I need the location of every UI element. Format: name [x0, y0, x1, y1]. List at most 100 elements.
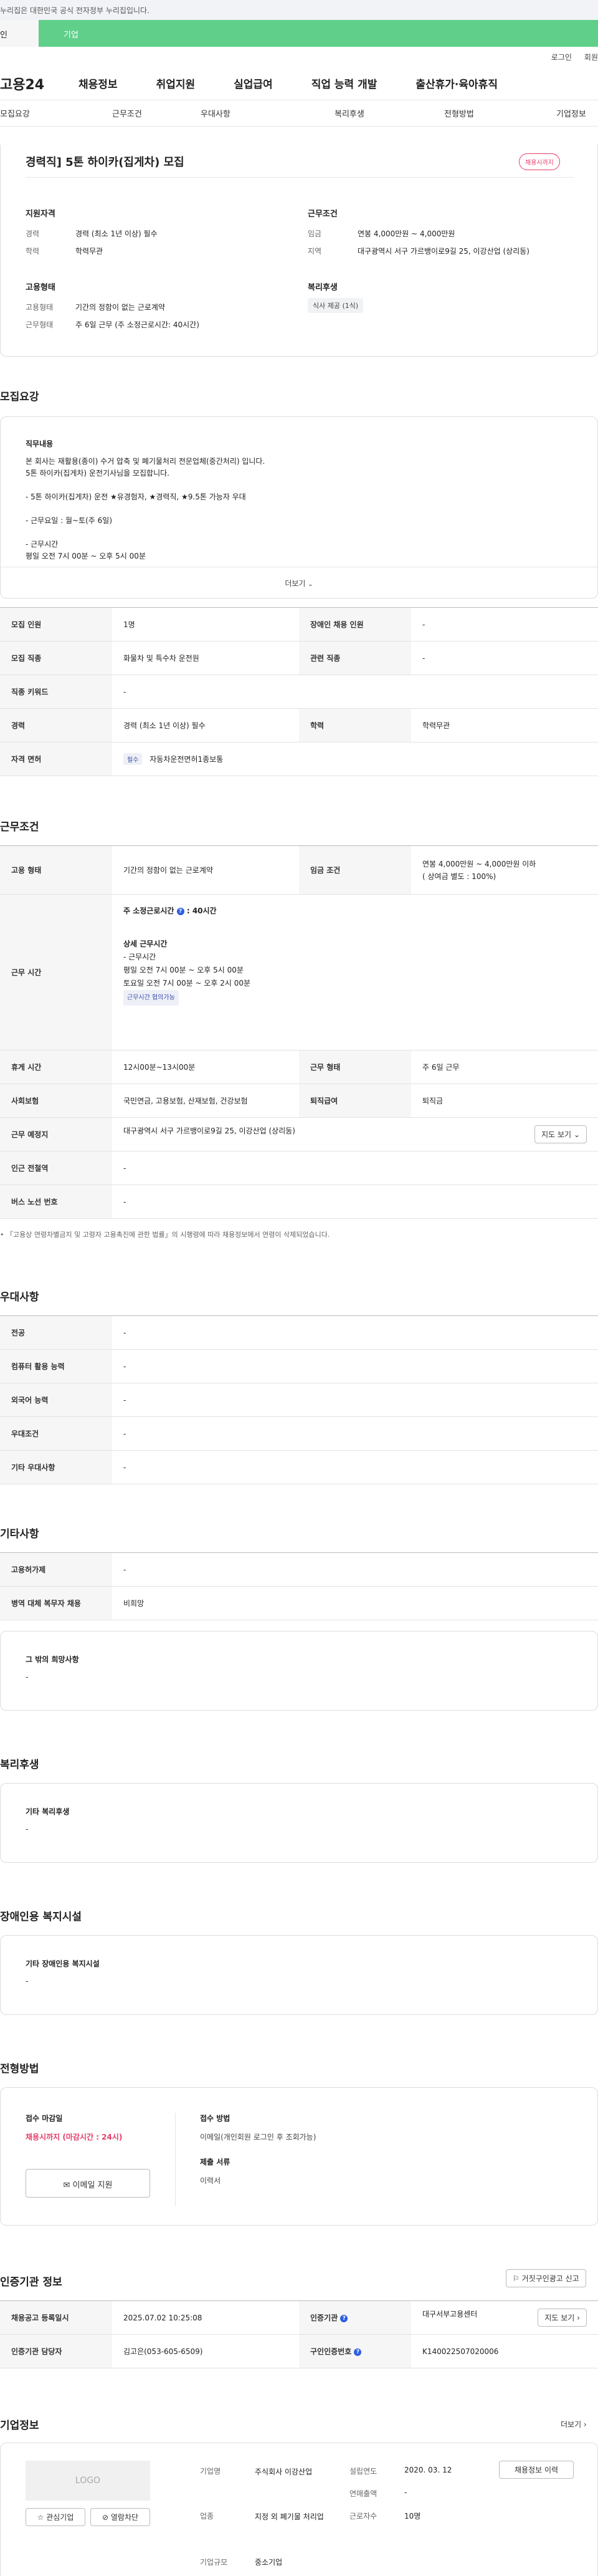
block-view-button[interactable]: ⊘ 열람차단 [90, 2508, 150, 2526]
tab-corporate[interactable]: 기업 [39, 20, 598, 47]
anchor-preference[interactable]: 우대사항 [201, 107, 230, 119]
table-cell: - [112, 675, 598, 709]
welfare-value: - [26, 1825, 29, 1833]
gnb-item-unemployment-benefit[interactable]: 실업급여 [234, 75, 273, 91]
duty-line: - 5톤 하이카(집게차) 운전 ★유경험자, ★경력직, ★9.5톤 가능자 … [26, 493, 246, 501]
disabled-value: - [26, 1977, 29, 1986]
deadline-value: 채용시까지 (마감시간 : 24시) [26, 2133, 123, 2141]
report-icon: ⚐ [513, 2274, 520, 2283]
hours-detail-line: 평일 오전 7시 00분 ~ 오후 5시 00분 [123, 966, 244, 974]
duty-line [26, 503, 561, 515]
preference-section-title: 우대사항 [0, 1291, 39, 1304]
disabled-section-title: 장애인용 복지시설 [0, 1911, 82, 1923]
site-logo[interactable]: 고용24 [0, 74, 78, 94]
anchor-welfare[interactable]: 복리후생 [335, 107, 364, 119]
table-header-cell: 버스 노선 번호 [0, 1185, 112, 1219]
table-cell: 1명 [112, 607, 299, 642]
section-anchor-nav: 모집요강 근무조건 우대사항 복리후생 전형방법 기업정보 [0, 100, 598, 127]
anchor-recruit[interactable]: 모집요강 [0, 107, 30, 119]
join-link[interactable]: 회원 [584, 52, 598, 62]
anchor-company[interactable]: 기업정보 [556, 107, 586, 119]
gov-banner: 누리집은 대한민국 공식 전자정부 누리집입니다. [0, 0, 598, 20]
table-cell: - [112, 1315, 598, 1350]
email-apply-button[interactable]: ✉ 이메일 지원 [26, 2169, 150, 2198]
duty-line: - 근무요일 : 월~토(주 6일) [26, 516, 113, 525]
table-cell: 주 소정근로시간 ? : 40시간 상세 근무시간 - 근무시간 평일 오전 7… [112, 894, 598, 1050]
work-heading: 근무조건 [308, 209, 338, 219]
tab-personal[interactable]: 인 [0, 20, 39, 47]
table-cell: 김고은(053-605-6509) [112, 2334, 299, 2368]
method-value: 이메일(개인회원 로그인 후 조회가능) [200, 2133, 316, 2141]
founded-label: 설립연도 [349, 2467, 377, 2476]
info-icon[interactable]: ? [176, 907, 184, 915]
duty-more-bar[interactable]: 더보기 ⌄ [1, 567, 597, 598]
table-row: 인증기관 담당자 김고은(053-605-6509) 구인인증번호 ? K140… [0, 2334, 598, 2368]
map-view-button[interactable]: 지도 보기 ⌄ [534, 1125, 587, 1143]
wage-note: ( 상여금 별도 : 100%) [422, 872, 496, 881]
table-cell: 국민연금, 고용보험, 산재보험, 건강보험 [112, 1084, 299, 1118]
table-row: 자격 면허 필수 자동차운전면허1종보통 [0, 742, 598, 776]
industry-value: 지정 외 폐기물 처리업 [255, 2512, 324, 2521]
employees-value: 10명 [404, 2512, 421, 2521]
interest-company-button[interactable]: ☆ 관심기업 [26, 2508, 85, 2526]
table-header-cell: 병역 대체 복무자 채용 [0, 1586, 112, 1620]
job-title: 경력직] 5톤 하이카(집게차) 모집 [26, 156, 184, 169]
sales-label: 연매출액 [349, 2489, 377, 2498]
welfare-card: 기타 복리후생 - [0, 1783, 598, 1863]
table-cell: - [411, 607, 598, 642]
table-row: 사회보험 국민연금, 고용보험, 산재보험, 건강보험 퇴직급여 퇴직금 [0, 1084, 598, 1118]
table-row: 우대조건 - [0, 1416, 598, 1451]
map-view-label: 지도 보기 [541, 1130, 572, 1139]
gnb-item-parental-leave[interactable]: 출산휴가·육아휴직 [415, 75, 498, 91]
employ-form-value: 주 6일 근무 (주 소정근로시간: 40시간) [75, 320, 199, 329]
conditions-section-title: 근무조건 [0, 821, 39, 834]
duty-line: - 근무시간 [26, 540, 59, 549]
docs-label: 제출 서류 [200, 2158, 230, 2166]
duty-line [26, 479, 561, 491]
anchor-conditions[interactable]: 근무조건 [112, 107, 142, 119]
employ-heading: 고용형태 [26, 283, 55, 292]
duty-line [26, 527, 561, 539]
company-logo-placeholder: LOGO [26, 2461, 150, 2501]
table-cell: - [112, 1383, 598, 1417]
email-apply-label: 이메일 지원 [72, 2181, 113, 2190]
welfare-section-title: 복리후생 [0, 1759, 39, 1771]
agency-value: 대구서부고용센터 [422, 2310, 478, 2319]
agency-map-label: 지도 보기 [544, 2314, 575, 2322]
table-cell: - [112, 1416, 598, 1451]
table-header-cell: 모집 인원 [0, 607, 112, 642]
hours-negotiable-tag: 근무시간 협의가능 [123, 990, 179, 1006]
weekly-hours-value: : 40시간 [186, 906, 217, 915]
table-cell: - [112, 1450, 598, 1484]
table-cell: 기간의 정함이 없는 근로계약 [112, 845, 299, 895]
false-ad-report-button[interactable]: ⚐ 거짓구인광고 신고 [506, 2269, 586, 2287]
interest-company-label: 관심기업 [46, 2513, 74, 2522]
job-history-button[interactable]: 채용정보 이력 [499, 2461, 574, 2479]
table-cell: 화물차 및 특수차 운전원 [112, 641, 299, 675]
table-cell: - [112, 1349, 598, 1383]
table-cell: 경력 (최소 1년 이상) 필수 [112, 708, 299, 743]
table-header-cell: 인증기관 담당자 [0, 2334, 112, 2368]
age-footnote: • 「고용상 연령차별금지 및 고령자 고용촉진에 관한 법률」의 시행령에 따… [0, 1229, 330, 1239]
info-icon[interactable]: ? [354, 2348, 362, 2356]
info-icon[interactable]: ? [340, 2314, 348, 2322]
agency-map-button[interactable]: 지도 보기 › [538, 2309, 587, 2327]
logo-text: LOGO [75, 2476, 101, 2486]
etc-other-card: 그 밖의 희망사항 - [0, 1631, 598, 1711]
agency-section-title: 인증기관 정보 [0, 2276, 62, 2289]
employ-type-label: 고용형태 [26, 303, 54, 312]
table-header-cell: 외국어 능력 [0, 1383, 112, 1417]
company-more-link[interactable]: 더보기 › [561, 2419, 587, 2429]
table-cell: - [112, 1185, 598, 1219]
table-row: 휴게 시간 12시00분~13시00분 근무 형태 주 6일 근무 [0, 1050, 598, 1084]
anchor-selection[interactable]: 전형방법 [444, 107, 474, 119]
agency-label: 인증기관 [310, 2314, 338, 2322]
table-header-cell: 인증기관 ? [299, 2300, 411, 2335]
wage-value: 연봉 4,000만원 ~ 4,000만원 이하 [422, 859, 536, 868]
gnb-item-job-training[interactable]: 직업 능력 개발 [311, 75, 377, 91]
work-wage-value: 연봉 4,000만원 ~ 4,000만원 [358, 229, 455, 238]
login-link[interactable]: 로그인 [551, 52, 572, 62]
table-cell: 주 6일 근무 [411, 1050, 598, 1084]
gnb-item-employment-support[interactable]: 취업지원 [156, 75, 196, 91]
gnb-item-jobs[interactable]: 채용정보 [78, 75, 118, 91]
